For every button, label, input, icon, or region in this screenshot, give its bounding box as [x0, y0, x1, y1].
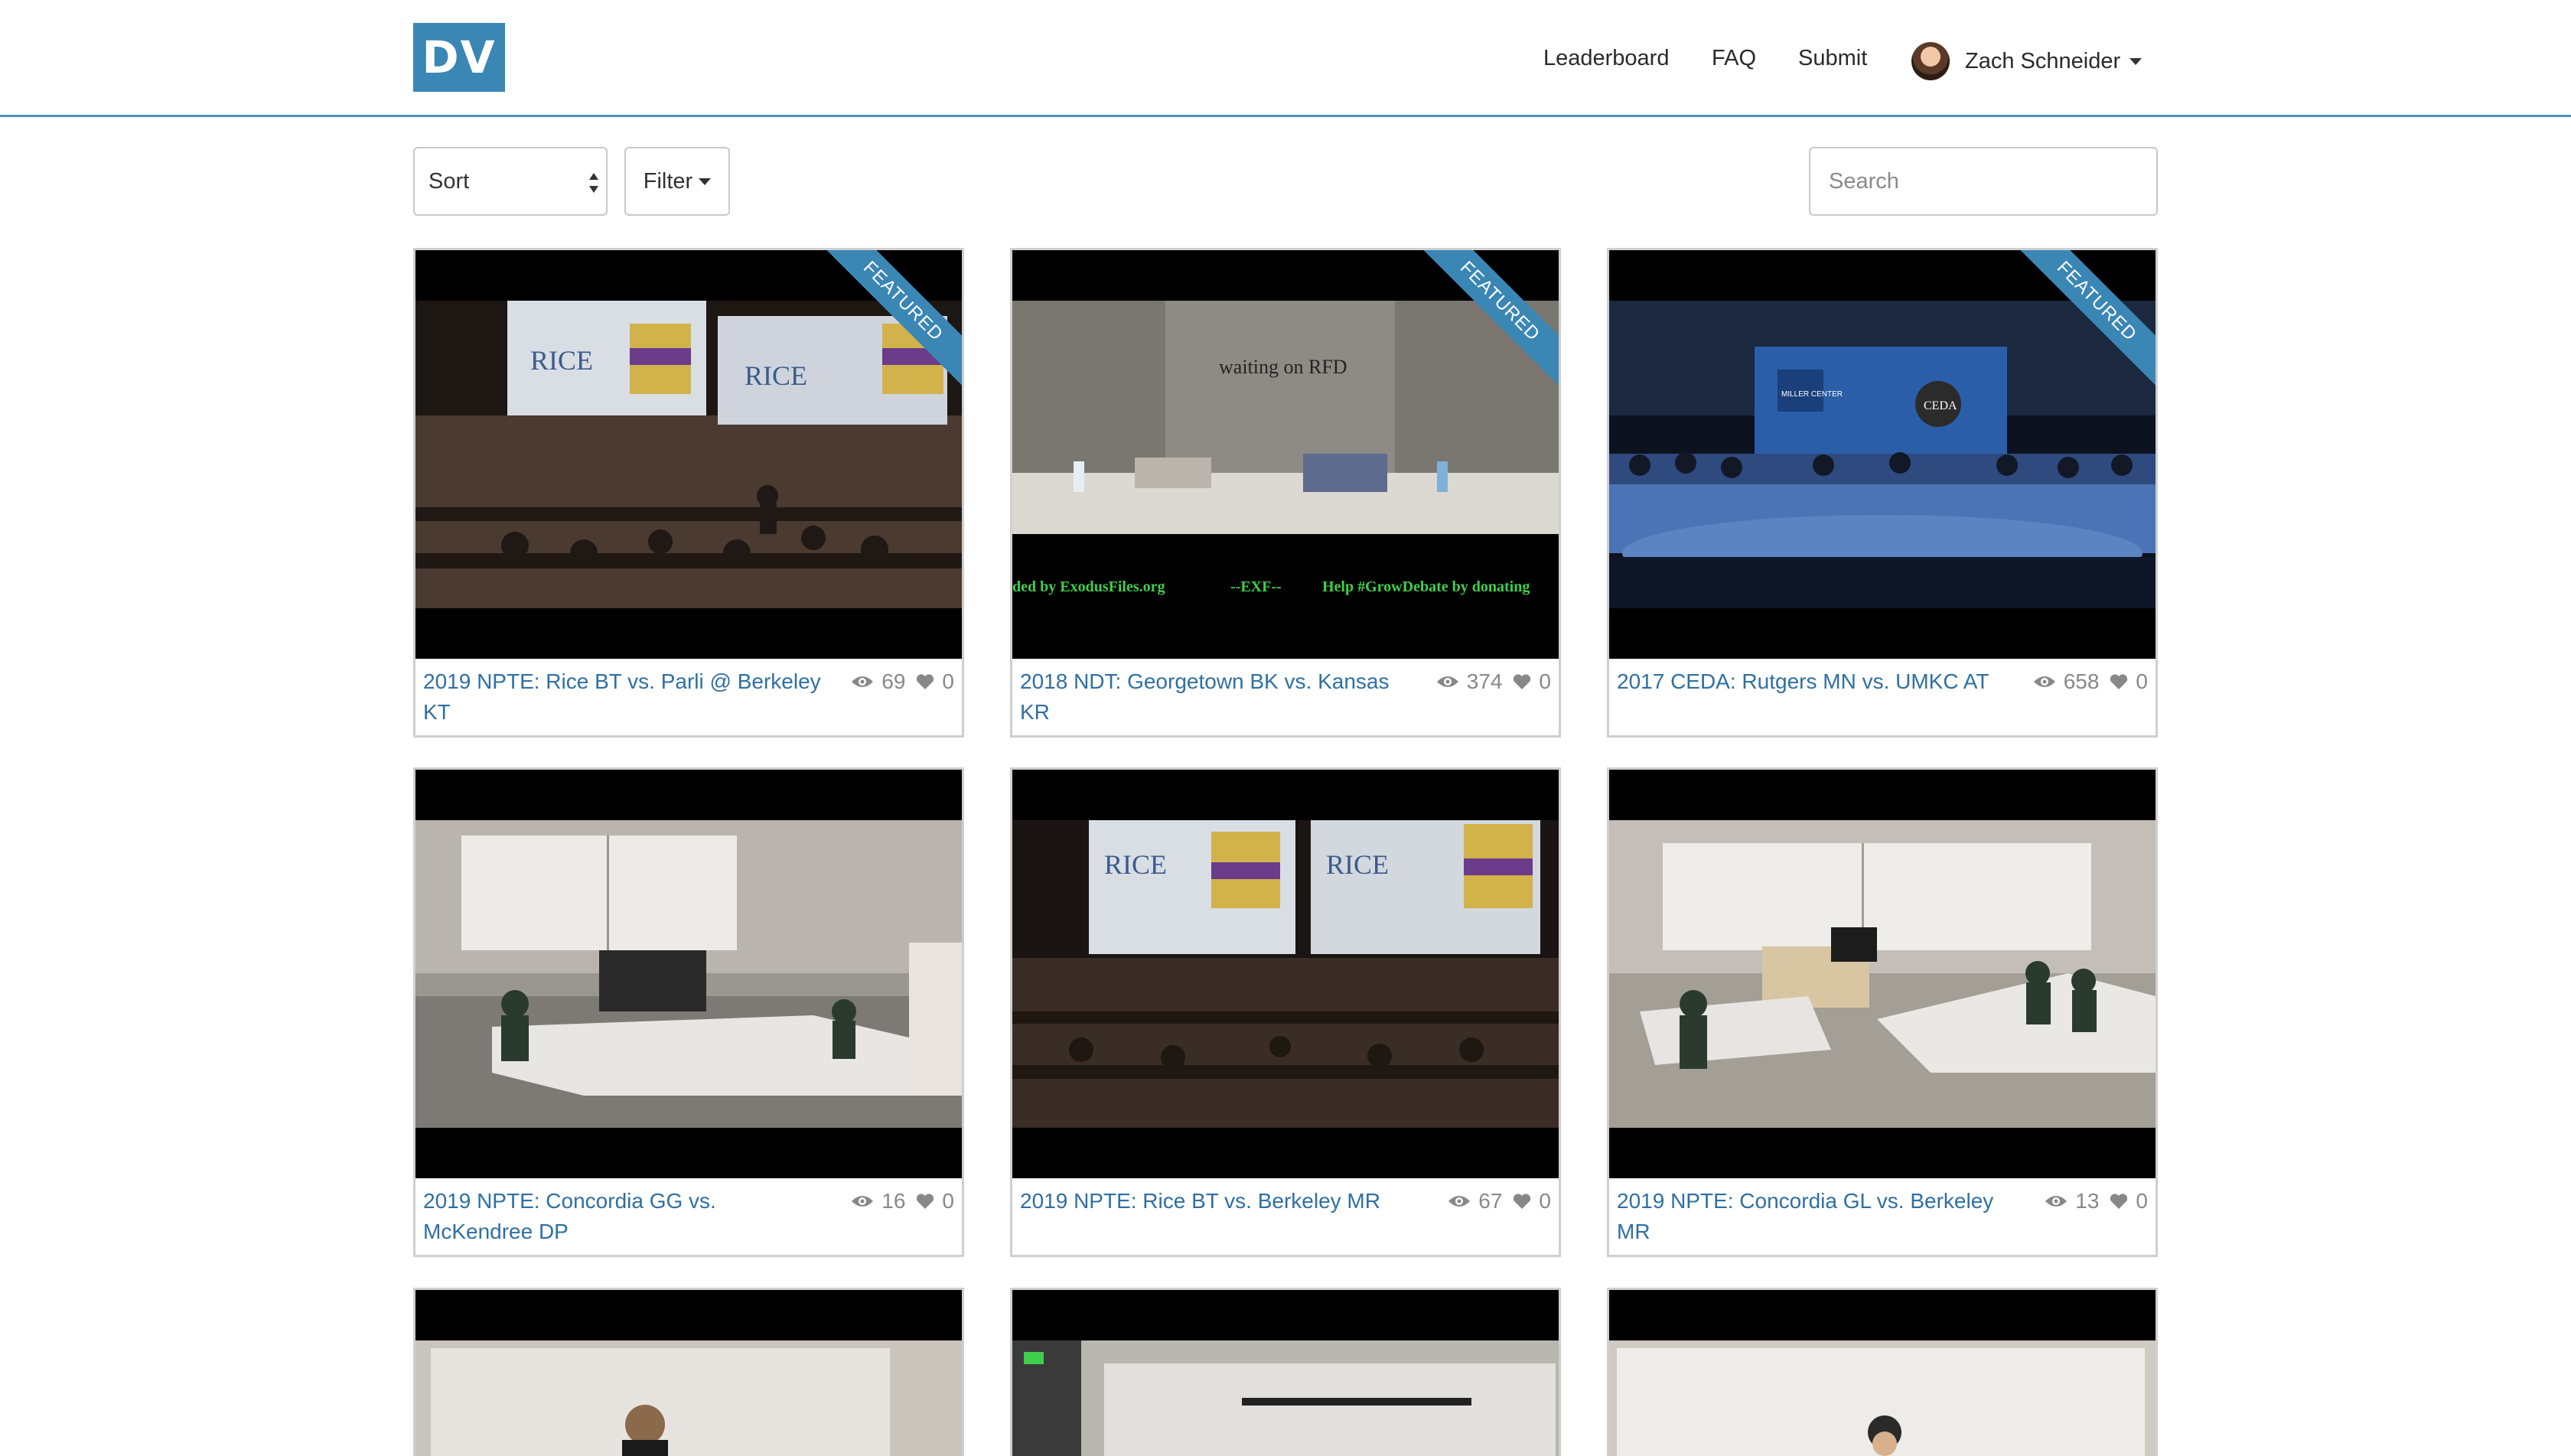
video-card[interactable]: RICE RICE FEATURED 2019 NPTE: Rice BT vs… [413, 248, 964, 738]
video-thumbnail[interactable] [1609, 770, 2156, 1178]
video-title-link[interactable]: 2019 NPTE: Rice BT vs. Parli @ Berkeley … [423, 666, 821, 728]
search-input[interactable] [1809, 147, 2158, 216]
like-count: 0 [2136, 669, 2148, 693]
exodus-text-mid: --EXF-- [1230, 578, 1282, 595]
heart-icon[interactable] [1513, 673, 1531, 690]
view-count: 16 [881, 1189, 906, 1213]
video-thumbnail[interactable] [415, 770, 962, 1178]
exodus-text-right: Help #GrowDebate by donating [1322, 578, 1530, 595]
like-count: 0 [2136, 1189, 2148, 1213]
heart-icon[interactable] [2110, 1193, 2128, 1210]
video-title-link[interactable]: 2017 CEDA: Rutgers MN vs. UMKC AT [1617, 666, 2015, 697]
video-title-link[interactable]: 2018 NDT: Georgetown BK vs. Kansas KR [1020, 666, 1418, 728]
view-count: 67 [1478, 1189, 1503, 1213]
video-stats: 13 0 [2045, 1186, 2148, 1217]
sort-select[interactable]: Sort [413, 147, 608, 216]
featured-ribbon: FEATURED [1413, 250, 1559, 396]
video-thumbnail[interactable]: RICE RICE FEATURED [415, 250, 962, 659]
classroom-thumbnail-image [1012, 1340, 1559, 1456]
video-title-link[interactable]: 2019 NPTE: Rice BT vs. Berkeley MR [1020, 1186, 1418, 1217]
classroom-thumbnail-image [415, 820, 962, 1128]
sort-select-value: Sort [428, 168, 470, 194]
heart-icon[interactable] [1513, 1193, 1531, 1210]
video-stats: 69 0 [851, 666, 954, 697]
nav-submit-link[interactable]: Submit [1798, 46, 1867, 71]
featured-label: FEATURED [817, 250, 962, 387]
video-stats: 658 0 [2033, 666, 2148, 697]
like-count: 0 [942, 1189, 954, 1213]
video-stats: 374 0 [1436, 666, 1551, 697]
eye-icon [2033, 676, 2055, 687]
user-menu-dropdown[interactable]: Zach Schneider [1911, 40, 2142, 83]
ceda-text: CEDA [1924, 399, 1957, 412]
rice-logo-text: RICE [1104, 849, 1167, 880]
video-stats: 67 0 [1448, 1186, 1551, 1217]
video-thumbnail[interactable]: waiting on RFD ded by ExodusFiles.org --… [1012, 250, 1559, 659]
video-thumbnail[interactable]: MILLER CENTER CEDA FEATURED [1609, 250, 2156, 659]
video-card[interactable] [413, 1288, 964, 1456]
exodus-text-left: ded by ExodusFiles.org [1012, 578, 1165, 595]
eye-icon [852, 1196, 874, 1207]
top-navbar: DV Leaderboard FAQ Submit Zach Schneider [0, 0, 2571, 117]
video-card[interactable] [1607, 1288, 2158, 1456]
caret-down-icon [699, 178, 712, 185]
featured-ribbon: FEATURED [2010, 250, 2156, 396]
video-thumbnail[interactable] [1012, 1290, 1559, 1456]
eye-icon [852, 676, 874, 687]
view-count: 13 [2075, 1189, 2100, 1213]
classroom-thumbnail-image [1609, 1340, 2156, 1456]
heart-icon[interactable] [916, 673, 934, 690]
lecture-hall-thumbnail-image: RICE RICE [1012, 820, 1559, 1128]
view-count: 69 [881, 669, 906, 693]
nav-leaderboard-link[interactable]: Leaderboard [1543, 46, 1669, 71]
video-title-link[interactable]: 2019 NPTE: Concordia GL vs. Berkeley MR [1617, 1186, 2015, 1247]
video-stats: 16 0 [851, 1186, 954, 1217]
like-count: 0 [1539, 669, 1551, 693]
view-count: 658 [2063, 669, 2100, 693]
eye-icon [1436, 676, 1458, 687]
caret-down-icon [2129, 57, 2142, 65]
view-count: 374 [1466, 669, 1503, 693]
video-card[interactable]: RICE RICE 2019 NPTE: Rice BT vs. Berkele… [1010, 767, 1561, 1257]
video-card[interactable]: waiting on RFD ded by ExodusFiles.org --… [1010, 248, 1561, 738]
filter-dropdown-button[interactable]: Filter [624, 147, 730, 216]
nav-leaderboard[interactable]: Leaderboard [1543, 37, 1669, 80]
rice-logo-text: RICE [745, 360, 807, 391]
nav-submit[interactable]: Submit [1798, 37, 1867, 80]
miller-center-text: MILLER CENTER [1781, 390, 1843, 399]
waiting-text: waiting on RFD [1219, 356, 1347, 378]
heart-icon[interactable] [2110, 673, 2128, 690]
like-count: 0 [1539, 1189, 1551, 1213]
featured-ribbon: FEATURED [816, 250, 962, 396]
like-count: 0 [942, 669, 954, 693]
eye-icon [1448, 1196, 1471, 1207]
video-title-link[interactable]: 2019 NPTE: Concordia GG vs. McKendree DP [423, 1186, 821, 1247]
site-logo[interactable]: DV [413, 23, 505, 92]
eye-icon [2045, 1196, 2068, 1207]
classroom-thumbnail-image [1609, 820, 2156, 1128]
video-card[interactable]: MILLER CENTER CEDA FEATURED 2017 CEDA: R… [1607, 248, 2158, 738]
video-thumbnail[interactable]: RICE RICE [1012, 770, 1559, 1178]
rice-logo-text: RICE [530, 345, 593, 376]
user-name: Zach Schneider [1965, 48, 2121, 73]
video-thumbnail[interactable] [415, 1290, 962, 1456]
heart-icon[interactable] [916, 1193, 934, 1210]
rice-logo-text: RICE [1326, 849, 1389, 880]
filter-label: Filter [643, 168, 693, 194]
featured-label: FEATURED [2011, 250, 2156, 387]
video-card[interactable] [1010, 1288, 1561, 1456]
video-card[interactable]: 2019 NPTE: Concordia GL vs. Berkeley MR … [1607, 767, 2158, 1257]
nav-faq-link[interactable]: FAQ [1712, 46, 1756, 71]
video-card[interactable]: 2019 NPTE: Concordia GG vs. McKendree DP… [413, 767, 964, 1257]
select-arrows-icon [589, 173, 598, 193]
classroom-thumbnail-image [415, 1340, 962, 1456]
video-thumbnail[interactable] [1609, 1290, 2156, 1456]
nav-faq[interactable]: FAQ [1712, 37, 1756, 80]
featured-label: FEATURED [1414, 250, 1559, 387]
avatar [1911, 42, 1950, 80]
